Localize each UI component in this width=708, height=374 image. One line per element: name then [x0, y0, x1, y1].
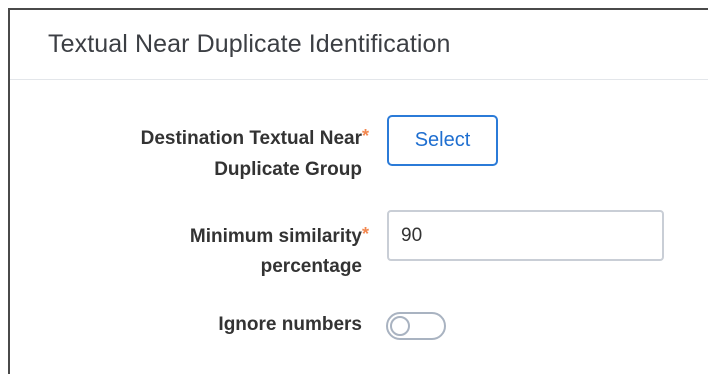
panel-header: Textual Near Duplicate Identification [10, 10, 708, 80]
minimum-similarity-label-line1: Minimum similarity [189, 226, 362, 247]
destination-group-label-line2: Duplicate Group [214, 159, 362, 180]
textual-near-duplicate-panel: Textual Near Duplicate Identification De… [8, 8, 708, 374]
destination-group-required-mark: * [362, 126, 370, 146]
toggle-knob [390, 316, 410, 336]
ignore-numbers-toggle[interactable] [386, 312, 446, 340]
ignore-numbers-label: Ignore numbers [218, 314, 362, 335]
minimum-similarity-label-line2: percentage [260, 256, 362, 277]
minimum-similarity-input[interactable] [387, 210, 664, 261]
destination-group-label-line1: Destination Textual Near [140, 128, 362, 149]
select-button[interactable]: Select [387, 115, 498, 166]
panel-title: Textual Near Duplicate Identification [48, 30, 451, 58]
minimum-similarity-required-mark: * [362, 224, 370, 244]
